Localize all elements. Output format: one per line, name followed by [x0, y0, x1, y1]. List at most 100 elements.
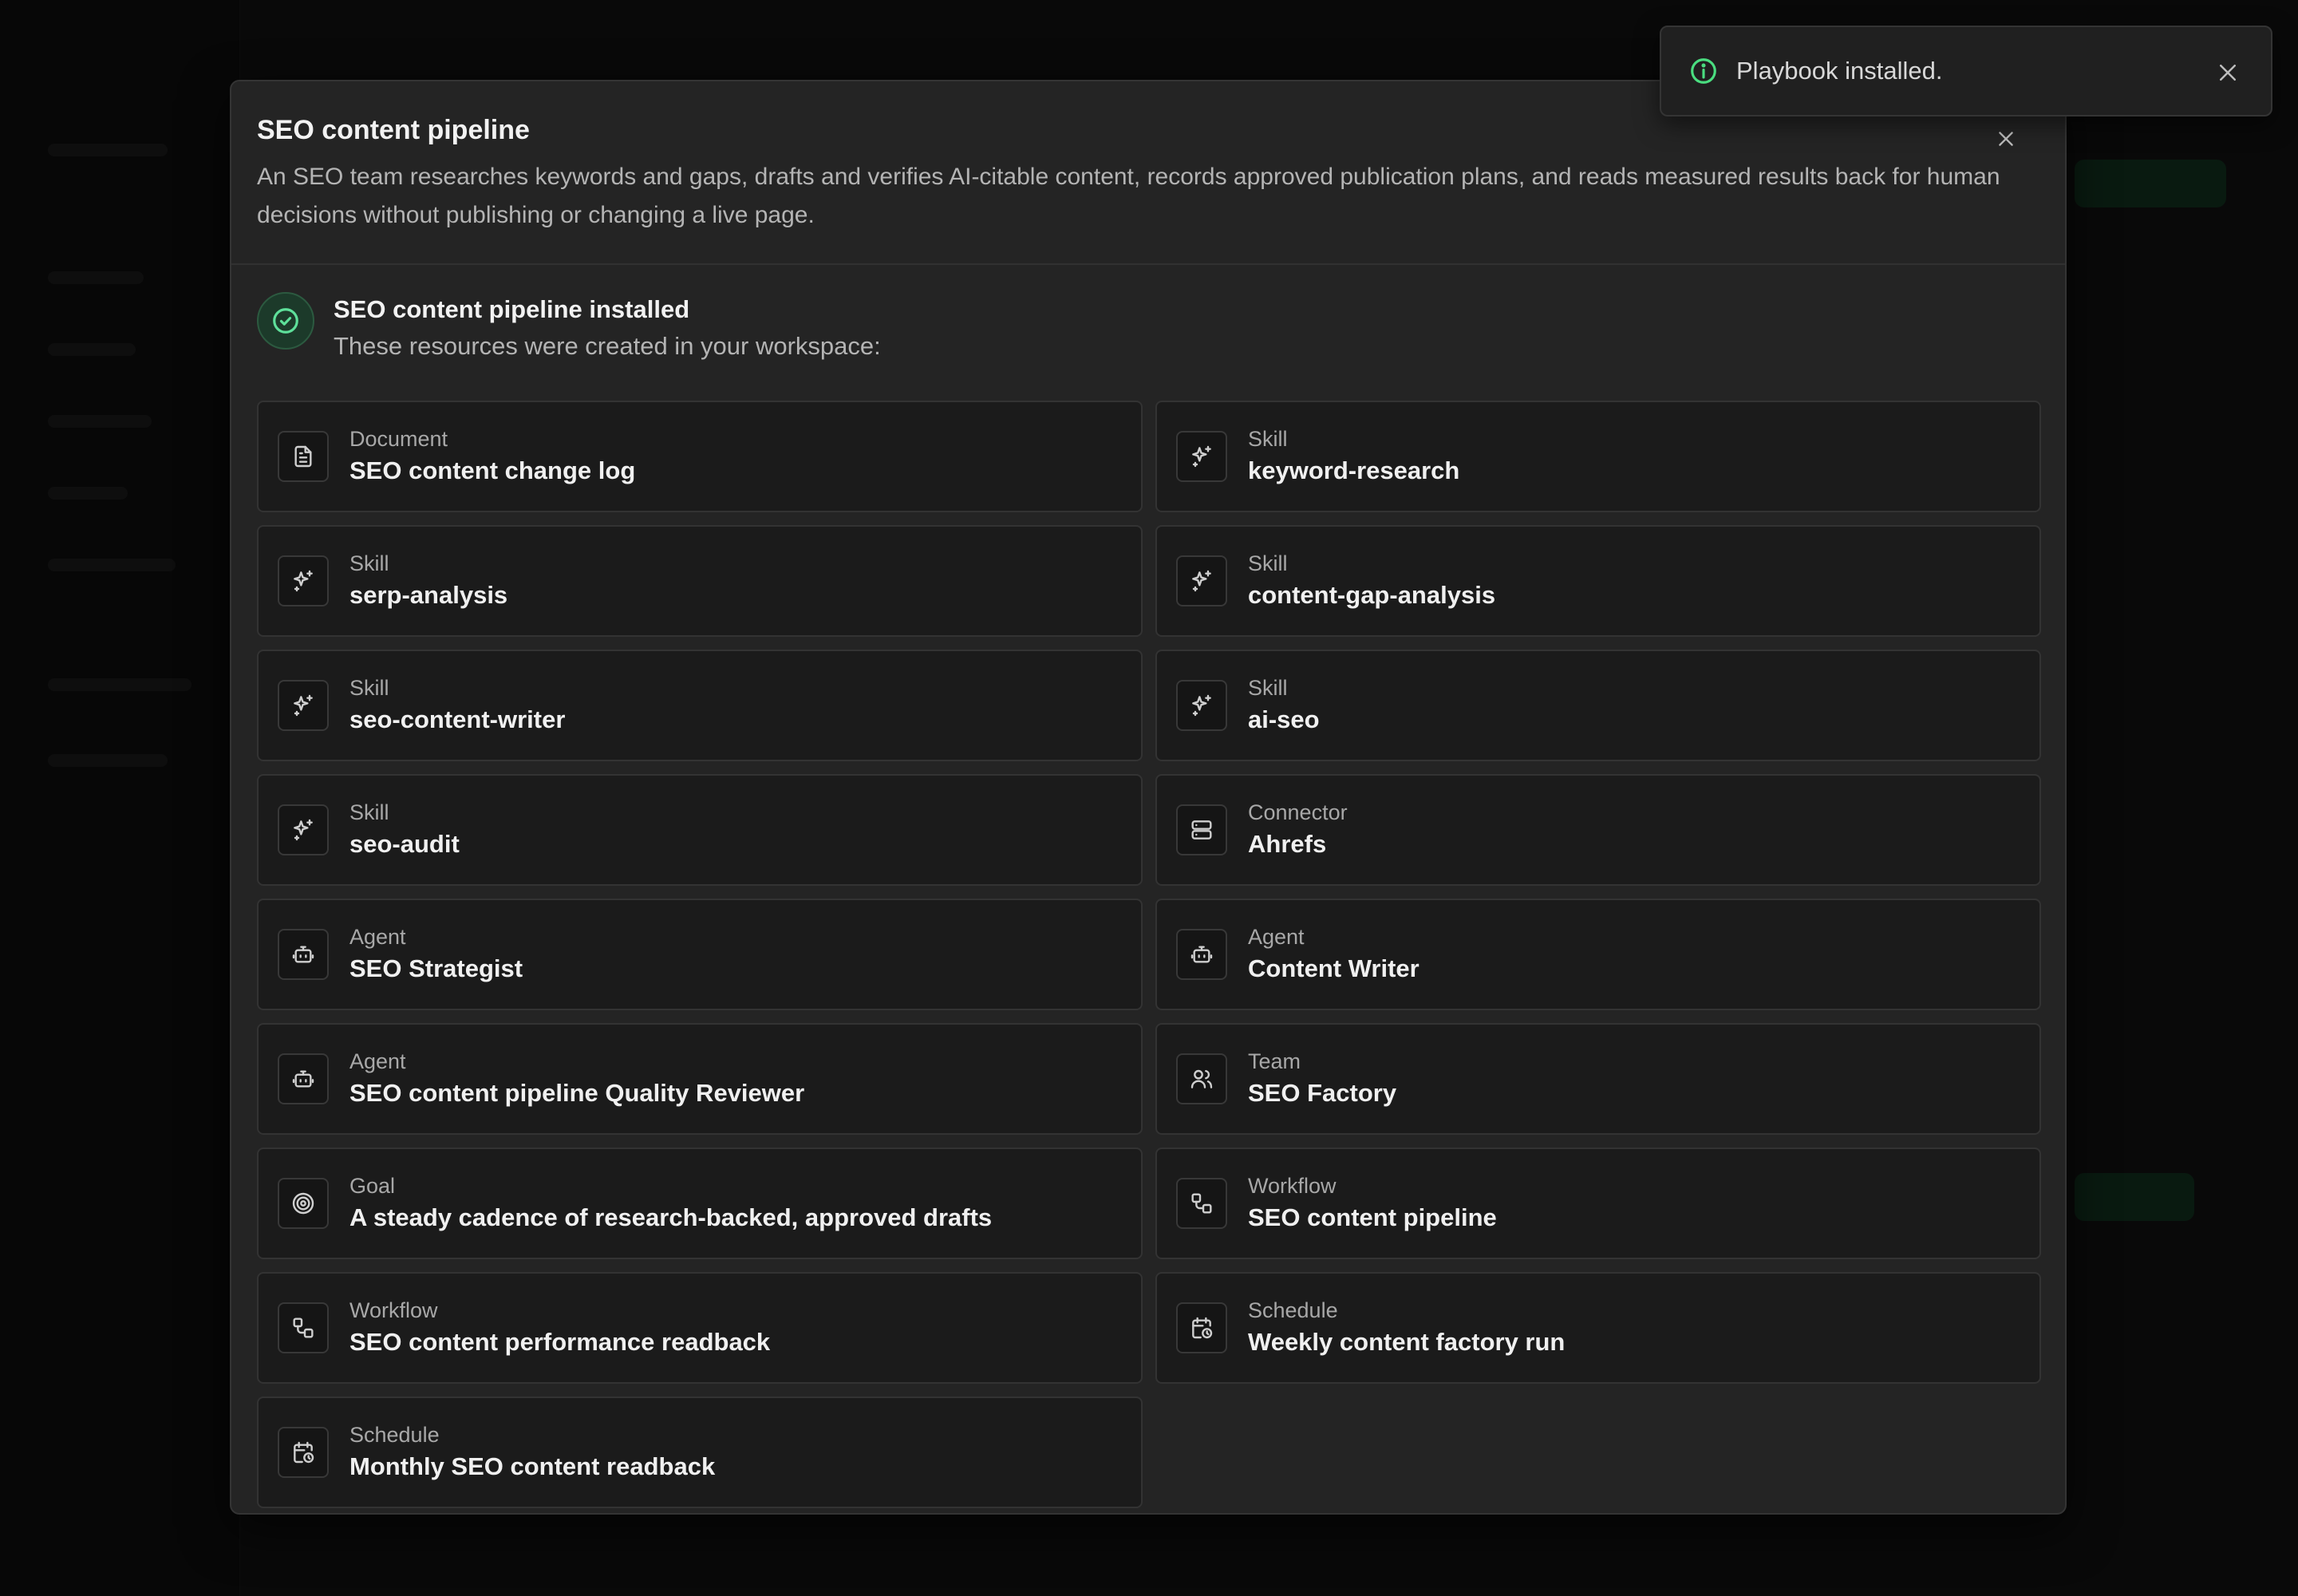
resource-card[interactable]: Workflow SEO content pipeline [1155, 1148, 2041, 1259]
resource-icon-box [278, 555, 329, 606]
resource-icon-box [1176, 804, 1227, 855]
resource-name: SEO content performance readback [349, 1328, 771, 1356]
resource-kind: Agent [349, 925, 406, 949]
calendar-clock-icon [1192, 1317, 1213, 1339]
resource-text: Skill keyword-research [1248, 425, 1459, 488]
resource-icon-box [278, 1178, 329, 1229]
bot-icon [1190, 946, 1213, 963]
resource-text: Skill content-gap-analysis [1248, 549, 1495, 613]
resource-text: Agent SEO Strategist [349, 922, 523, 986]
resource-card[interactable]: Document SEO content change log [257, 401, 1143, 512]
resource-icon-box [278, 804, 329, 855]
resource-card[interactable]: Workflow SEO content performance readback [257, 1272, 1143, 1384]
resource-text: Agent SEO content pipeline Quality Review… [349, 1047, 804, 1111]
close-icon [2220, 65, 2236, 81]
resource-card[interactable]: Skill content-gap-analysis [1155, 525, 2041, 637]
playbook-installed-dialog: SEO content pipeline An SEO team researc… [230, 80, 2067, 1515]
resource-icon-box [1176, 680, 1227, 731]
document-icon [294, 445, 312, 468]
resource-icon-box [1176, 555, 1227, 606]
resource-kind: Skill [1248, 676, 1288, 700]
success-title: SEO content pipeline installed [334, 295, 690, 323]
resource-card[interactable]: Team SEO Factory [1155, 1023, 2041, 1135]
resource-name: keyword-research [1248, 456, 1460, 484]
resource-card[interactable]: Skill ai-seo [1155, 650, 2041, 761]
resource-card[interactable]: Schedule Monthly SEO content readback [257, 1396, 1143, 1508]
created-resources-grid: Document SEO content change log Skill keywo… [257, 401, 2041, 1508]
resource-text: Team SEO Factory [1248, 1047, 1396, 1111]
resource-card[interactable]: Agent SEO content pipeline Quality Review… [257, 1023, 1143, 1135]
resource-kind: Skill [349, 551, 389, 575]
calendar-clock-icon [294, 1441, 314, 1464]
sparkles-icon [294, 819, 313, 841]
resource-name: Monthly SEO content readback [349, 1452, 716, 1480]
resource-kind: Goal [349, 1174, 396, 1198]
resource-kind: Workflow [1248, 1174, 1337, 1198]
resource-kind: Skill [1248, 427, 1288, 451]
target-icon [292, 1192, 314, 1215]
resource-kind: Agent [1248, 925, 1305, 949]
resource-kind: Document [349, 427, 448, 451]
resource-kind: Skill [349, 800, 389, 824]
resource-name: seo-content-writer [349, 705, 566, 733]
resource-name: SEO Factory [1248, 1079, 1397, 1107]
toast-notification: Playbook installed. [1660, 26, 2272, 117]
resource-card[interactable]: Goal A steady cadence of research-backed,… [257, 1148, 1143, 1259]
resource-card[interactable]: Skill seo-content-writer [257, 650, 1143, 761]
resource-icon-box [278, 929, 329, 980]
resource-text: Skill seo-content-writer [349, 674, 565, 737]
dialog-description: An SEO team researches keywords and gaps… [257, 164, 2000, 228]
resource-kind: Team [1248, 1049, 1301, 1073]
close-icon [1999, 132, 2013, 146]
resource-name: SEO Strategist [349, 954, 523, 982]
check-circle-icon [273, 308, 298, 334]
success-subtitle: These resources were created in your wor… [334, 332, 881, 360]
resource-card[interactable]: Connector Ahrefs [1155, 774, 2041, 886]
sparkles-icon [294, 570, 313, 592]
resource-text: Skill ai-seo [1248, 674, 1320, 737]
resource-kind: Schedule [1248, 1298, 1338, 1322]
resource-name: ai-seo [1248, 705, 1320, 733]
sparkles-icon [1192, 570, 1211, 592]
resource-name: serp-analysis [349, 581, 508, 609]
resource-name: SEO content pipeline Quality Reviewer [349, 1079, 805, 1107]
resource-card[interactable]: Skill serp-analysis [257, 525, 1143, 637]
bot-icon [292, 1070, 314, 1088]
resource-kind: Connector [1248, 800, 1348, 824]
resource-card[interactable]: Skill seo-audit [257, 774, 1143, 886]
success-badge [257, 292, 314, 350]
resource-kind: Agent [349, 1049, 406, 1073]
resource-name: A steady cadence of research-backed, app… [349, 1203, 993, 1231]
resource-kind: Workflow [349, 1298, 438, 1322]
resource-icon-box [278, 431, 329, 482]
workflow-icon [293, 1317, 314, 1338]
sparkles-icon [1192, 694, 1211, 717]
resource-icon-box [1176, 929, 1227, 980]
resource-kind: Schedule [349, 1423, 440, 1447]
resource-name: SEO content change log [349, 456, 636, 484]
resource-icon-box [1176, 1053, 1227, 1104]
users-icon [1190, 1069, 1213, 1088]
toast-close-button[interactable] [2209, 53, 2247, 92]
resource-icon-box [1176, 431, 1227, 482]
resource-card[interactable]: Skill keyword-research [1155, 401, 2041, 512]
dialog-close-button[interactable] [1987, 120, 2025, 158]
dialog-title: SEO content pipeline [257, 115, 530, 145]
resource-card[interactable]: Agent SEO Strategist [257, 899, 1143, 1010]
resource-card[interactable]: Schedule Weekly content factory run [1155, 1272, 2041, 1384]
resource-name: Content Writer [1248, 954, 1419, 982]
resource-text: Workflow SEO content pipeline [1248, 1171, 1497, 1235]
resource-text: Skill serp-analysis [349, 549, 507, 613]
resource-name: seo-audit [349, 830, 460, 858]
workflow-icon [1191, 1193, 1212, 1214]
resource-kind: Skill [349, 676, 389, 700]
resource-name: content-gap-analysis [1248, 581, 1496, 609]
resource-text: Skill seo-audit [349, 798, 460, 862]
sparkles-icon [1192, 445, 1211, 468]
resource-icon-box [278, 1427, 329, 1478]
install-success-summary: SEO content pipeline installed These res… [257, 292, 881, 365]
bot-icon [292, 946, 314, 963]
resource-icon-box [1176, 1302, 1227, 1353]
resource-card[interactable]: Agent Content Writer [1155, 899, 2041, 1010]
info-icon [1691, 58, 1716, 84]
